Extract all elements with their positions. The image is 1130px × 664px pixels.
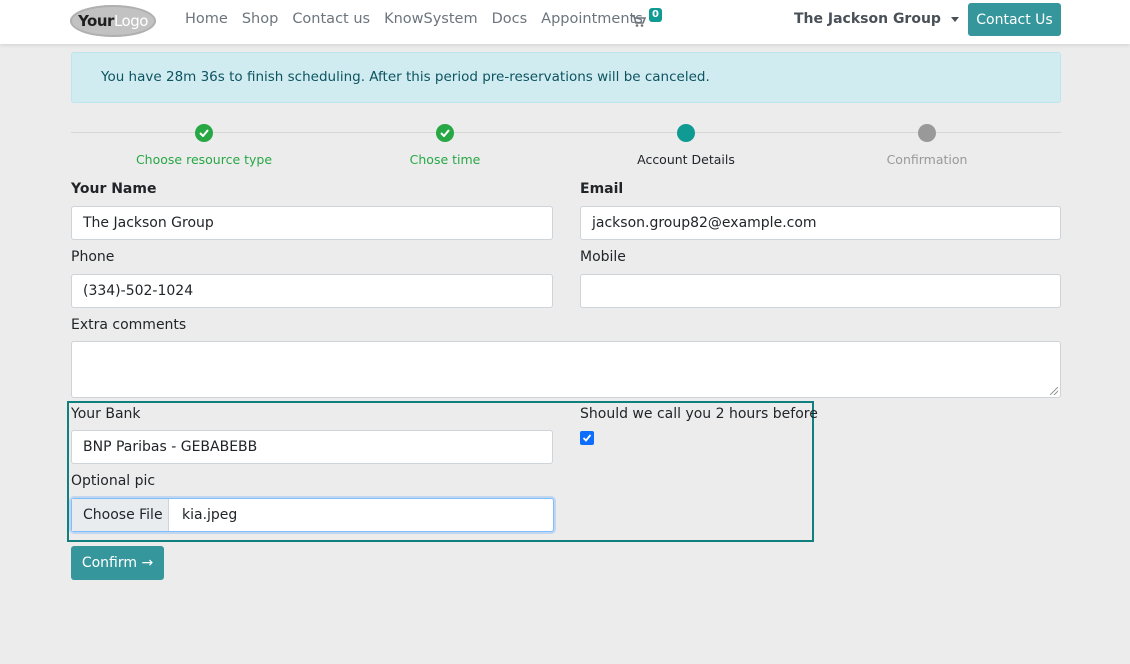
optional-pic-label: Optional pic — [71, 473, 156, 489]
call-before-label: Should we call you 2 hours before — [580, 406, 818, 422]
site-logo[interactable]: Your Logo — [70, 5, 156, 37]
step-2-label: Chose time — [409, 152, 481, 167]
step-3-current-dot-icon — [677, 124, 695, 142]
resize-grip-icon[interactable] — [1050, 387, 1058, 395]
step-4-label: Confirmation — [886, 152, 968, 167]
logo-text-your: Your — [78, 12, 114, 30]
nav-link-shop[interactable]: Shop — [242, 11, 278, 27]
checkmark-icon — [582, 434, 592, 442]
name-input[interactable]: The Jackson Group — [71, 206, 553, 240]
comments-label: Extra comments — [71, 317, 187, 333]
timer-alert: You have 28m 36s to finish scheduling. A… — [71, 52, 1061, 103]
step-1-label: Choose resource type — [135, 152, 273, 167]
mobile-input[interactable] — [580, 274, 1061, 308]
choose-file-button[interactable]: Choose File — [72, 499, 169, 531]
caret-down-icon — [950, 16, 959, 22]
top-navbar: Your Logo Home Shop Contact us KnowSystem… — [0, 0, 1130, 44]
contact-us-button[interactable]: Contact Us — [968, 3, 1061, 36]
step-4-pending-dot-icon — [918, 124, 936, 142]
selected-file-name: kia.jpeg — [182, 507, 238, 523]
cart-count-badge: 0 — [649, 8, 662, 22]
company-dropdown[interactable]: The Jackson Group — [794, 11, 959, 27]
cart-link[interactable]: 0 — [631, 8, 667, 32]
step-1-check-icon — [195, 124, 213, 142]
nav-link-contact-us[interactable]: Contact us — [292, 11, 370, 27]
nav-link-docs[interactable]: Docs — [492, 11, 528, 27]
phone-label: Phone — [71, 249, 115, 265]
nav-link-home[interactable]: Home — [185, 11, 228, 27]
bank-select[interactable]: BNP Paribas - GEBABEBB — [71, 430, 553, 464]
nav-links: Home Shop Contact us KnowSystem Docs App… — [185, 11, 657, 27]
timer-alert-text: You have 28m 36s to finish scheduling. A… — [101, 69, 710, 85]
progress-line — [71, 132, 1061, 133]
mobile-label: Mobile — [580, 249, 626, 265]
phone-input[interactable]: (334)-502-1024 — [71, 274, 553, 308]
step-2-check-icon — [436, 124, 454, 142]
optional-pic-file-input[interactable]: Choose File kia.jpeg — [71, 498, 554, 532]
logo-text-logo: Logo — [113, 12, 148, 30]
bank-label: Your Bank — [71, 406, 141, 422]
confirm-button[interactable]: Confirm → — [71, 546, 164, 580]
shopping-cart-icon — [631, 15, 646, 27]
email-label: Email — [580, 181, 624, 197]
nav-link-appointments[interactable]: Appointments — [541, 11, 643, 27]
name-label: Your Name — [71, 181, 157, 197]
company-name: The Jackson Group — [794, 11, 941, 27]
call-before-checkbox[interactable] — [580, 431, 594, 445]
comments-textarea[interactable] — [71, 341, 1061, 398]
step-3-label: Account Details — [637, 152, 735, 167]
nav-link-knowsystem[interactable]: KnowSystem — [384, 11, 478, 27]
email-input[interactable]: jackson.group82@example.com — [580, 206, 1061, 240]
